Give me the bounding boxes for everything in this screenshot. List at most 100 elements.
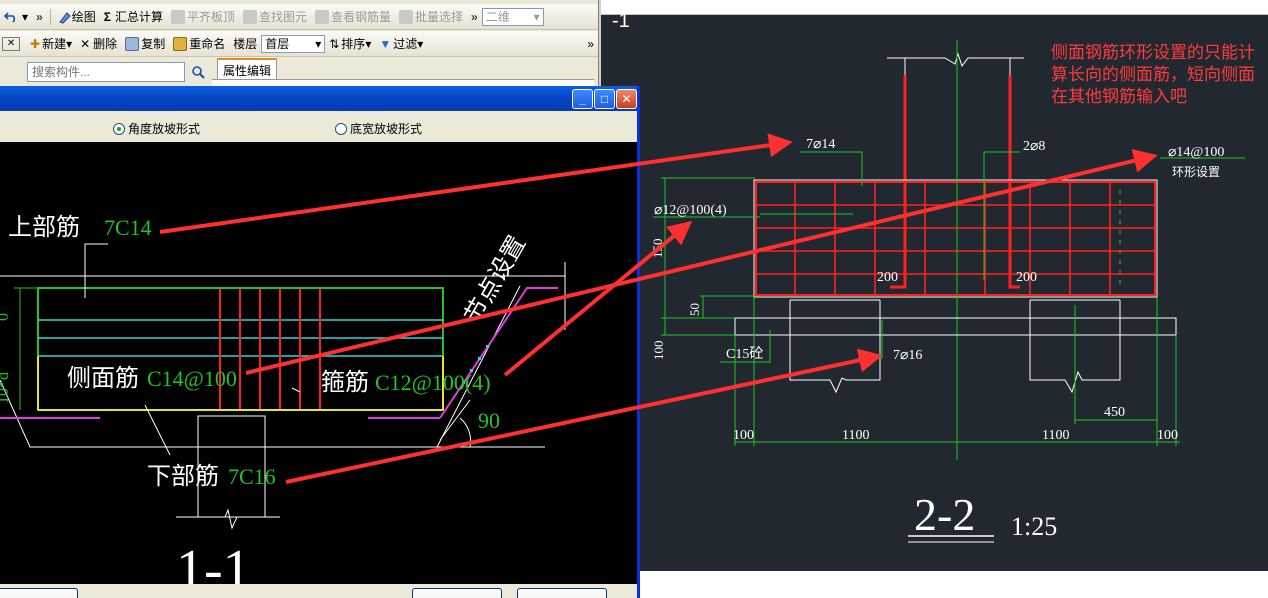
side-rebar-label: 侧面筋	[67, 365, 139, 392]
angle-label: 90	[478, 408, 500, 433]
align-slab-icon	[170, 9, 185, 24]
radio-angle-label: 角度放坡形式	[128, 122, 201, 136]
search-button[interactable]	[188, 62, 208, 82]
overflow-chevron-icon[interactable]: »	[32, 7, 47, 27]
minimize-icon: _	[579, 92, 586, 106]
view-mode-select[interactable]: 二维 ▾	[481, 7, 544, 26]
undo-icon	[4, 11, 16, 23]
node-setting-label: 节点设置	[460, 231, 531, 328]
sort-button[interactable]: ⇅ 排序 ▾	[325, 34, 375, 54]
minimize-button[interactable]: _	[572, 89, 593, 109]
search-icon	[192, 66, 205, 79]
summary-calc-label: 汇总计算	[114, 10, 163, 24]
dim-100-left: 100	[733, 428, 754, 443]
bottom-rebar-label: 下部筋	[147, 463, 219, 490]
dim-1100-a: 1100	[842, 428, 869, 443]
radio-width-label: 底宽放坡形式	[350, 122, 423, 136]
dim-50: 50	[687, 303, 702, 316]
copy-icon	[125, 36, 140, 51]
batch-select-button[interactable]: 批量选择	[395, 7, 467, 27]
right-window-footer	[640, 571, 1268, 598]
filter-button[interactable]: ▼ 过滤 ▾	[375, 34, 427, 54]
filter-label: 过滤	[393, 37, 418, 51]
floor-select[interactable]: 首层 ▾	[261, 34, 326, 53]
dim-100-vertical: 100	[651, 341, 666, 361]
find-element-button[interactable]: 查找图元	[239, 7, 311, 27]
view-rebar-button[interactable]: 查看钢筋量	[311, 7, 395, 27]
maximize-icon: □	[600, 92, 609, 106]
label-stirrup-legs: 2⌀8	[1023, 139, 1045, 154]
draw-button[interactable]: 绘图	[54, 7, 100, 27]
app-panel: ▾ » 绘图 Σ 汇总计算 平齐板顶 查找图元 查看钢筋量 批量选择 » 二维 …	[0, 0, 598, 90]
ok-button[interactable]	[412, 588, 502, 598]
view-mode-value: 二维	[485, 10, 510, 24]
batch-select-label: 批量选择	[415, 10, 464, 24]
dim-150: 150	[650, 239, 665, 259]
view-rebar-label: 查看钢筋量	[330, 10, 391, 24]
close-pane-button[interactable]: ✕	[2, 36, 20, 51]
annotation-note: 侧面钢筋环形设置的只能计算长向的侧面筋，短向侧面在其他钢筋输入吧	[1051, 43, 1255, 107]
label-stirrup: ⌀12@100(4)	[654, 203, 727, 218]
close-button[interactable]: ✕	[616, 89, 637, 109]
close-icon: ✕	[621, 92, 632, 106]
radio-dot	[335, 122, 347, 135]
config-button[interactable]	[0, 588, 78, 598]
rename-label: 重命名	[189, 37, 226, 51]
dim-200-b: 200	[1016, 270, 1037, 285]
copy-button[interactable]: 复制	[121, 34, 169, 54]
batch-select-icon	[399, 9, 413, 24]
bottom-rebar-value: 7C16	[228, 464, 276, 489]
label-bottom-rebar: 7⌀16	[893, 348, 922, 363]
align-slab-top-label: 平齐板顶	[186, 10, 235, 24]
rename-icon	[173, 36, 188, 51]
dialog-titlebar[interactable]: _ □ ✕	[0, 86, 637, 111]
section-title-1-1: 1-1	[176, 539, 251, 584]
toolbar-row-2: ✕ ✚ 新建 ▾ ✕ 删除 复制 重命名 楼层 首层 ▾ ⇅ 排序 ▾ ▼ 过滤 ▾	[0, 31, 598, 57]
label-top-rebar: 7⌀14	[806, 137, 835, 152]
scale-label: 1:25	[1011, 512, 1057, 541]
right-window-header	[598, 0, 1268, 15]
tab-property-edit[interactable]: 属性编辑	[217, 58, 277, 80]
chevron-down-icon: ▾	[533, 9, 540, 24]
copy-label: 复制	[141, 37, 166, 51]
dim-450: 450	[1104, 405, 1125, 420]
chevron-down-icon: ▾	[315, 36, 322, 51]
undo-button[interactable]: ▾	[0, 7, 32, 27]
dim-1100-b: 1100	[1042, 428, 1069, 443]
top-rebar-label: 上部筋	[8, 214, 80, 241]
draw-icon	[58, 11, 71, 24]
delete-button[interactable]: ✕ 删除	[76, 34, 121, 54]
radio-angle-slope[interactable]: 角度放坡形式	[113, 120, 200, 137]
radio-width-slope[interactable]: 底宽放坡形式	[335, 120, 422, 137]
delete-label: 删除	[93, 37, 118, 51]
overflow-chevron-icon-2[interactable]: »	[467, 7, 482, 27]
binoculars-icon	[242, 9, 257, 24]
delete-icon: ✕	[80, 36, 91, 51]
header-fragment-text: -1	[612, 10, 630, 32]
dim-0: 0	[0, 313, 12, 321]
dialog-window: _ □ ✕ 角度放坡形式 底宽放坡形式 10*d 上部筋 7C14 侧面筋 C1…	[0, 86, 640, 598]
sort-label: 排序	[341, 37, 366, 51]
rename-button[interactable]: 重命名	[169, 34, 229, 54]
stirrup-value: C12@100(4)	[375, 370, 491, 395]
label-concrete: C15砼	[726, 346, 763, 362]
new-label: 新建	[42, 37, 67, 51]
toolbar-row-1: ▾ » 绘图 Σ 汇总计算 平齐板顶 查找图元 查看钢筋量 批量选择 » 二维 …	[0, 4, 598, 30]
dim-200-a: 200	[877, 270, 898, 285]
search-input[interactable]	[27, 62, 185, 82]
floor-value: 首层	[265, 37, 290, 51]
overflow-chevron-icon-3[interactable]: »	[583, 34, 598, 54]
align-slab-top-button[interactable]: 平齐板顶	[167, 7, 239, 27]
summary-calc-button[interactable]: Σ 汇总计算	[100, 7, 167, 27]
tab-property-edit-label: 属性编辑	[222, 63, 271, 78]
maximize-button[interactable]: □	[594, 89, 615, 109]
dim-10d: 10*d	[0, 372, 12, 404]
cancel-button[interactable]	[517, 588, 607, 598]
sigma-icon: Σ	[103, 9, 111, 24]
cad-drawing-1-1: 0 10*d 上部筋 7C14 侧面筋 C14@100 箍筋 C12@100(4…	[0, 214, 566, 584]
cad-section-1-1: 0 10*d 上部筋 7C14 侧面筋 C14@100 箍筋 C12@100(4…	[0, 142, 637, 584]
side-rebar-value: C14@100	[147, 366, 237, 391]
floor-label: 楼层	[233, 37, 258, 51]
new-icon: ✚	[30, 36, 41, 51]
new-button[interactable]: ✚ 新建 ▾	[26, 34, 76, 54]
